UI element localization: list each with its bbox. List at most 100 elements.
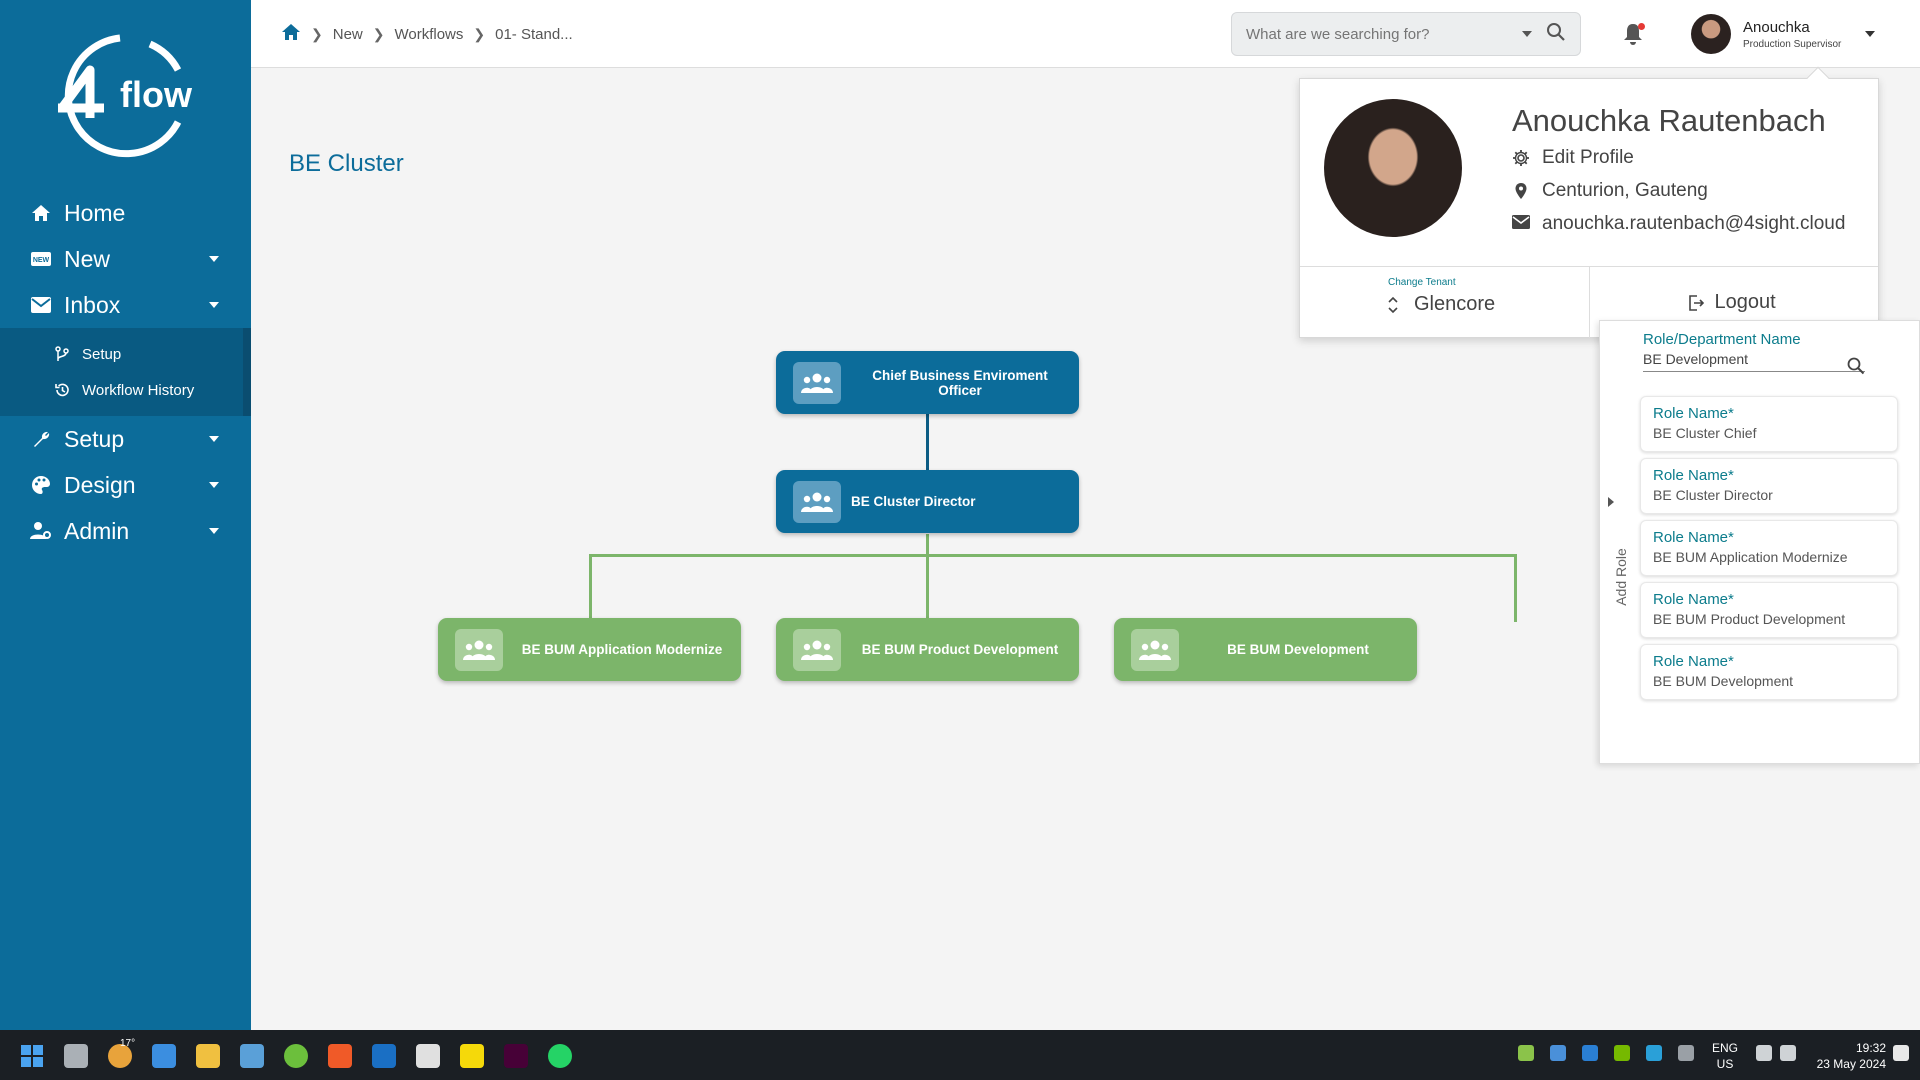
breadcrumb-workflows[interactable]: Workflows (394, 26, 463, 43)
role-department-field[interactable]: Role/Department Name BE Development (1643, 331, 1865, 375)
sidebar: flow Home NEW New Inbox Setup Workflow H… (0, 0, 251, 1030)
search-icon[interactable] (1546, 22, 1566, 47)
role-card[interactable]: Role Name* BE BUM Development (1640, 644, 1898, 700)
connector-line (926, 414, 929, 470)
nav-admin-label: Admin (64, 517, 130, 544)
remote-desktop-icon[interactable] (240, 1044, 264, 1068)
nav-new[interactable]: NEW New (0, 236, 251, 282)
utorrent-icon[interactable] (284, 1044, 308, 1068)
whatsapp-icon[interactable] (548, 1044, 572, 1068)
breadcrumb: ❯ New ❯ Workflows ❯ 01- Stand... (281, 22, 573, 46)
group-icon (793, 480, 841, 523)
profile-email: anouchka.rautenbach@4sight.cloud (1512, 213, 1845, 235)
wrench-icon (30, 428, 52, 450)
snipping-tool-icon[interactable] (416, 1044, 440, 1068)
notification-center-icon[interactable] (1893, 1045, 1909, 1061)
change-tenant-button[interactable]: Change Tenant Glencore (1300, 267, 1589, 338)
tray-app-icon[interactable] (1550, 1045, 1566, 1061)
role-department-value[interactable]: BE Development (1643, 351, 1865, 367)
logo-text: flow (120, 74, 192, 115)
notification-dot (1638, 23, 1645, 30)
org-node-child[interactable]: BE BUM Application Modernize (438, 618, 741, 681)
clock-date: 23 May 2024 (1816, 1057, 1886, 1071)
adobe-xd-icon[interactable] (504, 1044, 528, 1068)
brand-logo[interactable]: flow (50, 30, 200, 165)
org-node-root[interactable]: Chief Business Enviroment Officer (776, 351, 1079, 414)
location-pin-icon (1512, 182, 1530, 200)
search-dropdown-icon[interactable] (1522, 31, 1532, 37)
store-icon[interactable] (152, 1044, 176, 1068)
nav-design[interactable]: Design (0, 462, 251, 508)
profile-location: Centurion, Gauteng (1512, 180, 1708, 202)
group-icon (793, 361, 841, 404)
role-card[interactable]: Role Name* BE Cluster Chief (1640, 396, 1898, 452)
network-icon[interactable] (1756, 1045, 1772, 1061)
nav-home-label: Home (64, 199, 126, 226)
logout-link[interactable]: Logout (1687, 291, 1776, 314)
global-search (1231, 12, 1581, 56)
nav-inbox[interactable]: Inbox (0, 282, 251, 328)
home-icon[interactable] (281, 22, 301, 46)
nav-design-label: Design (64, 471, 136, 498)
nav-admin[interactable]: Admin (0, 508, 251, 554)
tenant-value: Glencore (1414, 293, 1496, 315)
new-badge-icon: NEW (30, 248, 52, 270)
org-node-director[interactable]: BE Cluster Director (776, 470, 1079, 533)
search-input[interactable] (1246, 25, 1522, 43)
breadcrumb-current[interactable]: 01- Stand... (495, 26, 573, 43)
profile-avatar (1324, 99, 1462, 237)
sticky-notes-icon[interactable] (460, 1044, 484, 1068)
add-role-tab[interactable]: Add Role (1613, 547, 1629, 607)
chevron-down-icon (209, 436, 219, 442)
subnav-workflow-history[interactable]: Workflow History (0, 372, 243, 408)
chevron-right-icon: ❯ (473, 25, 486, 42)
role-card[interactable]: Role Name* BE Cluster Director (1640, 458, 1898, 514)
role-card-value: BE BUM Application Modernize (1653, 549, 1848, 565)
palette-icon (30, 474, 52, 496)
home-icon (30, 202, 52, 224)
tenant-label: Change Tenant (1388, 277, 1456, 288)
volume-icon[interactable] (1780, 1045, 1796, 1061)
tray-app-icon[interactable] (1518, 1045, 1534, 1061)
language-label: ENG (1711, 1041, 1738, 1055)
notification-button[interactable] (1622, 22, 1646, 46)
defender-icon[interactable] (1646, 1045, 1662, 1061)
tenant-selector[interactable]: Glencore (1386, 293, 1495, 316)
keyboard-icon[interactable] (1678, 1045, 1694, 1061)
chevron-right-icon: ❯ (372, 25, 385, 42)
role-card-label: Role Name* (1653, 529, 1734, 546)
outlook-icon[interactable] (372, 1044, 396, 1068)
role-card-value: BE Cluster Chief (1653, 425, 1757, 441)
edit-profile-link[interactable]: Edit Profile (1512, 147, 1634, 169)
clock[interactable]: 19:32 23 May 2024 (1806, 1040, 1886, 1072)
group-icon (793, 628, 841, 671)
unfold-icon (1388, 296, 1398, 313)
role-card-label: Role Name* (1653, 591, 1734, 608)
brave-browser-icon[interactable] (328, 1044, 352, 1068)
language-indicator[interactable]: ENG US (1710, 1040, 1740, 1072)
search-icon[interactable] (1847, 357, 1865, 375)
file-explorer-icon[interactable] (196, 1044, 220, 1068)
breadcrumb-new[interactable]: New (333, 26, 363, 43)
role-card[interactable]: Role Name* BE BUM Product Development (1640, 582, 1898, 638)
nvidia-icon[interactable] (1614, 1045, 1630, 1061)
bluetooth-icon[interactable] (1582, 1045, 1598, 1061)
task-view-icon[interactable] (64, 1044, 88, 1068)
role-card[interactable]: Role Name* BE BUM Application Modernize (1640, 520, 1898, 576)
subnav-setup-label: Setup (82, 345, 122, 363)
connector-line (589, 554, 1517, 557)
inbox-subnav: Setup Workflow History (0, 328, 251, 416)
subnav-setup[interactable]: Setup (0, 336, 243, 372)
edit-profile-label: Edit Profile (1542, 147, 1634, 168)
org-node-child[interactable]: BE BUM Product Development (776, 618, 1079, 681)
windows-start-icon[interactable] (20, 1044, 44, 1068)
panel-expand-icon[interactable] (1608, 497, 1614, 507)
org-node-child-label: BE BUM Development (1227, 642, 1369, 657)
avatar (1691, 14, 1731, 54)
org-node-child[interactable]: BE BUM Development (1114, 618, 1417, 681)
user-menu[interactable]: Anouchka Production Supervisor (1691, 14, 1876, 54)
group-icon (1131, 628, 1179, 671)
nav-home[interactable]: Home (0, 190, 251, 236)
nav-setup[interactable]: Setup (0, 416, 251, 462)
subnav-workflow-history-label: Workflow History (82, 381, 195, 399)
